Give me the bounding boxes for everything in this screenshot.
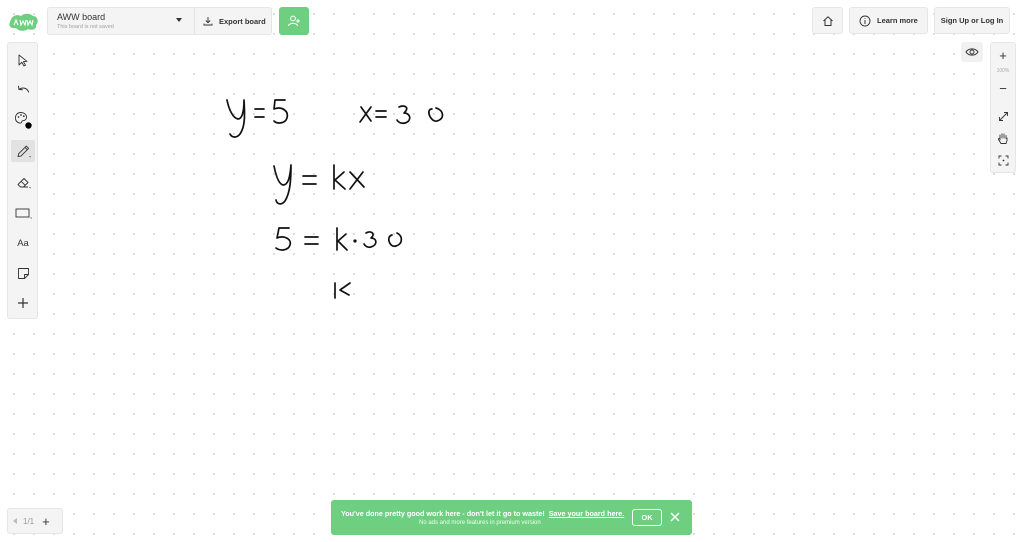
zoom-in-icon: + (999, 47, 1007, 63)
learn-more-button[interactable]: Learn more (849, 7, 928, 34)
tool-sidebar: Aa (7, 42, 38, 319)
aww-logo-icon (9, 13, 38, 31)
sticky-note-tool[interactable] (11, 262, 35, 284)
board-title-area[interactable]: AWW board This board is not saved (48, 8, 190, 34)
handwriting-line-2 (359, 105, 444, 125)
pan-tool-button[interactable] (991, 129, 1015, 147)
home-icon (822, 15, 833, 26)
text-tool-label: Aa (17, 237, 29, 249)
close-icon[interactable] (668, 510, 682, 524)
zoom-in-button[interactable]: + (991, 46, 1015, 64)
expand-icon (998, 111, 1008, 121)
more-tools-button[interactable] (11, 292, 35, 314)
info-icon (859, 15, 871, 26)
add-page-button[interactable]: + (42, 514, 50, 529)
learn-more-label: Learn more (877, 16, 918, 25)
handwriting-line-3 (273, 164, 365, 205)
chevron-down-icon[interactable] (176, 18, 182, 22)
page-indicator: 1/1 (23, 516, 35, 526)
banner-message-text: You've done pretty good work here - don'… (341, 509, 545, 518)
undo-button[interactable] (11, 79, 35, 101)
focus-icon (998, 155, 1008, 165)
sticky-note-icon (17, 267, 29, 279)
export-board-label: Export board (219, 16, 266, 26)
banner-message: You've done pretty good work here - don'… (341, 509, 624, 518)
text-tool[interactable]: Aa (11, 232, 35, 254)
fit-to-screen-button[interactable] (991, 107, 1015, 125)
save-board-banner: You've done pretty good work here - don'… (331, 500, 692, 535)
sign-up-login-label: Sign Up or Log In (940, 16, 1004, 25)
rectangle-tool[interactable] (11, 202, 35, 224)
board-save-status: This board is not saved (57, 24, 114, 30)
eraser-tool[interactable] (11, 171, 35, 193)
download-icon (203, 17, 213, 26)
pencil-icon (17, 145, 30, 157)
color-palette-button[interactable] (11, 109, 35, 131)
sign-up-login-button[interactable]: Sign Up or Log In (934, 7, 1010, 34)
hand-icon (998, 132, 1008, 144)
plus-icon (18, 298, 28, 308)
banner-sub-message: No ads and more features in premium vers… (419, 520, 541, 526)
eraser-icon (17, 177, 30, 188)
zoom-out-button[interactable]: − (991, 79, 1015, 97)
board-menu[interactable]: AWW board This board is not saved Export… (47, 7, 272, 35)
eye-icon (965, 48, 979, 56)
canvas-handwriting (226, 99, 444, 299)
add-user-icon (288, 15, 300, 27)
banner-ok-button[interactable]: OK (632, 509, 662, 526)
select-tool[interactable] (11, 49, 35, 71)
handwriting-line-5 (334, 282, 351, 299)
zoom-controls: + 100% − (990, 42, 1016, 173)
pencil-tool[interactable] (11, 140, 35, 162)
palette-icon (14, 112, 32, 129)
handwriting-line-1 (226, 99, 289, 138)
handwriting-line-4 (275, 227, 403, 251)
active-color-swatch (25, 122, 32, 129)
save-board-link[interactable]: Save your board here. (549, 509, 625, 518)
aww-logo[interactable] (8, 12, 40, 32)
pointer-icon (18, 54, 28, 66)
invite-user-button[interactable] (279, 7, 309, 35)
zoom-out-icon: − (999, 80, 1007, 96)
export-board-button[interactable]: Export board (194, 8, 272, 34)
zoom-level: 100% (996, 68, 1010, 74)
undo-icon (18, 85, 29, 92)
home-button[interactable] (812, 7, 843, 34)
rectangle-icon (15, 208, 31, 219)
board-title: AWW board (57, 12, 106, 22)
page-navigator: 1/1 + (7, 508, 63, 534)
focus-button[interactable] (991, 151, 1015, 169)
view-mode-button[interactable] (961, 42, 983, 62)
previous-page-icon[interactable] (13, 518, 17, 524)
